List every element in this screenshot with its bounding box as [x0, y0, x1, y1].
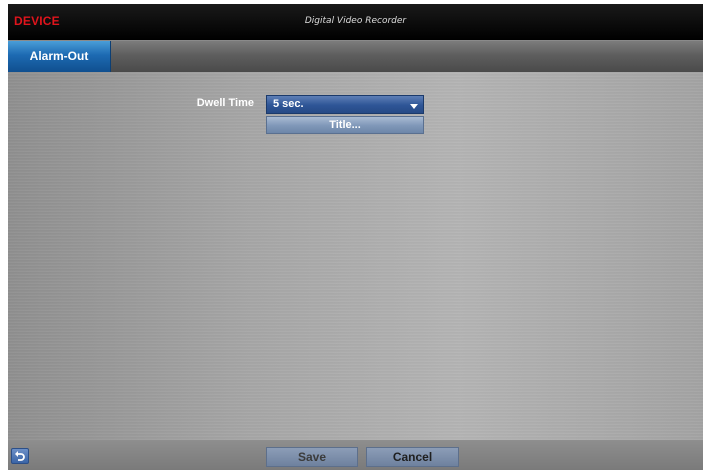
bottom-bar: Save Cancel: [8, 440, 703, 470]
chevron-down-icon: [410, 104, 418, 109]
dwell-time-value: 5 sec.: [273, 98, 304, 110]
settings-panel: Dwell Time 5 sec. Title...: [8, 72, 703, 440]
window-title: Digital Video Recorder: [304, 16, 407, 26]
tab-alarm-out[interactable]: Alarm-Out: [8, 41, 111, 72]
cancel-button[interactable]: Cancel: [366, 447, 459, 467]
title-bar: DEVICE Digital Video Recorder: [8, 4, 703, 40]
dwell-time-label: Dwell Time: [196, 97, 254, 109]
dvr-window: DEVICE Digital Video Recorder Alarm-Out …: [8, 4, 703, 470]
save-button[interactable]: Save: [266, 447, 358, 467]
back-arrow-icon[interactable]: [11, 448, 29, 464]
title-button[interactable]: Title...: [266, 116, 424, 134]
dwell-time-select[interactable]: 5 sec.: [266, 95, 424, 114]
tab-bar: Alarm-Out: [8, 40, 703, 72]
